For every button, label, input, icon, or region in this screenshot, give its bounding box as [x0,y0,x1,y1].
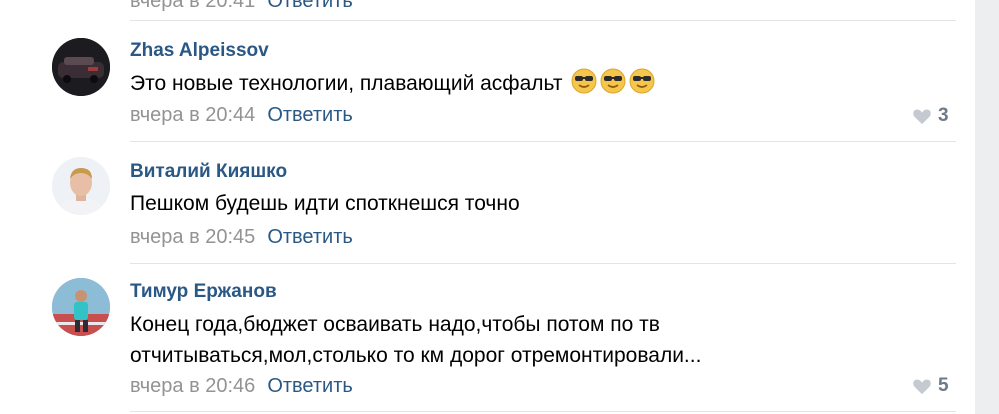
like-button[interactable]: 5 [912,374,949,398]
comment-time[interactable]: вчера в 20:46 [130,375,255,397]
sunglasses-emoji-icon [571,68,597,103]
divider [130,20,956,21]
comments-panel: вчера в 20:41 Ответить Zhas Alpeissov Это… [0,0,975,414]
like-count: 3 [938,105,949,126]
reply-link[interactable]: Ответить [267,226,353,248]
sunglasses-emoji-icon [629,68,655,103]
like-count: 5 [938,375,949,396]
comment-text-line-1: Конец года,бюджет осваивать надо,чтобы п… [130,313,660,336]
page-gutter [975,0,999,414]
comment-text-body: Это новые технологии, плавающий асфальт [130,72,563,95]
heart-icon [913,379,931,395]
comment-author[interactable]: Zhas Alpeissov [130,40,269,62]
reply-link[interactable]: Ответить [267,375,353,397]
comment-author[interactable]: Тимур Ержанов [130,281,277,303]
comment-meta: вчера в 20:45 Ответить [130,226,353,249]
comment-author[interactable]: Виталий Кияшко [130,161,287,183]
comment-text: Это новые технологии, плавающий асфальт [130,68,655,103]
divider [130,411,956,412]
prev-comment-meta: вчера в 20:41 Ответить [130,0,353,12]
comment-text: Пешком будешь идти споткнешся точно [130,192,520,215]
heart-icon [913,109,931,125]
reply-link[interactable]: Ответить [267,0,353,12]
comment-meta: вчера в 20:44 Ответить [130,104,353,127]
divider [130,263,956,264]
avatar[interactable] [52,157,110,215]
comment-text-line-2: отчитываться,мол,столько то км дорог отр… [130,344,702,367]
avatar[interactable] [52,38,110,96]
comment-meta: вчера в 20:46 Ответить [130,375,353,398]
divider [130,141,956,142]
comment-time[interactable]: вчера в 20:45 [130,226,255,248]
sunglasses-emoji-icon [600,68,626,103]
avatar[interactable] [52,278,110,336]
reply-link[interactable]: Ответить [267,104,353,126]
comment-time[interactable]: вчера в 20:44 [130,104,255,126]
comment-time: вчера в 20:41 [130,0,256,12]
like-button[interactable]: 3 [912,104,949,128]
